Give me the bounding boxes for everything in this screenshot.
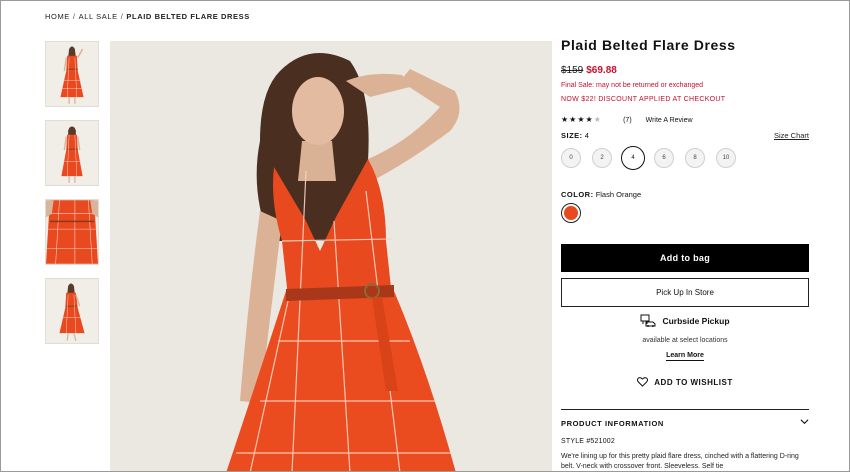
thumbnail-side[interactable] <box>45 278 99 344</box>
color-label: COLOR: <box>561 190 594 199</box>
breadcrumb-current: PLAID BELTED FLARE DRESS <box>126 12 250 21</box>
curbside-title: Curbside Pickup <box>640 314 730 327</box>
size-header: SIZE: 4 Size Chart <box>561 131 809 140</box>
wishlist-inner: ADD TO WISHLIST <box>637 377 732 387</box>
style-number: STYLE #521002 <box>561 438 615 445</box>
section-divider <box>561 409 809 410</box>
car-pickup-icon <box>640 314 656 327</box>
breadcrumb-separator: / <box>120 12 124 21</box>
discount-note: NOW $22! DISCOUNT APPLIED AT CHECKOUT <box>561 96 726 103</box>
product-title: Plaid Belted Flare Dress <box>561 37 736 53</box>
star-icon: ★ <box>585 115 594 124</box>
thumbnail-detail-image <box>46 200 98 264</box>
rating-row: ★★★★★ (7) Write A Review <box>561 115 809 124</box>
heart-icon <box>637 377 649 387</box>
breadcrumb-all-sale[interactable]: ALL SALE <box>79 12 118 21</box>
size-selector: 0 2 4 6 8 10 <box>561 146 747 170</box>
size-option-10[interactable]: 10 <box>716 148 736 168</box>
learn-more-link[interactable]: Learn More <box>666 352 704 361</box>
thumbnail-gallery <box>45 41 99 357</box>
chevron-down-icon <box>800 419 809 425</box>
add-to-wishlist[interactable]: ADD TO WISHLIST <box>561 377 809 389</box>
price: $159 $69.88 <box>561 65 617 76</box>
main-product-image[interactable] <box>110 41 552 471</box>
pick-up-in-store-button[interactable]: Pick Up In Store <box>561 278 809 307</box>
color-header: COLOR: Flash Orange <box>561 190 641 199</box>
star-icon: ★ <box>561 115 570 124</box>
selected-size: 4 <box>584 131 589 140</box>
thumbnail-side-image <box>46 279 98 343</box>
add-to-bag-button[interactable]: Add to bag <box>561 244 809 272</box>
curbside-pickup: Curbside Pickup available at select loca… <box>561 314 809 362</box>
size-chart-link[interactable]: Size Chart <box>774 131 809 140</box>
write-review-link[interactable]: Write A Review <box>646 117 693 124</box>
product-description: We're lining up for this pretty plaid fl… <box>561 453 799 470</box>
star-rating[interactable]: ★★★★★ <box>561 115 605 124</box>
curbside-title-text: Curbside Pickup <box>662 315 730 326</box>
thumbnail-back[interactable] <box>45 120 99 186</box>
color-swatch-fill <box>564 206 578 220</box>
breadcrumb-separator: / <box>72 12 76 21</box>
thumbnail-front[interactable] <box>45 41 99 107</box>
final-sale-note: Final Sale: may not be returned or excha… <box>561 82 704 89</box>
review-count[interactable]: (7) <box>623 117 632 124</box>
product-page: HOME / ALL SALE / PLAID BELTED FLARE DRESS <box>0 0 850 472</box>
color-swatch-flash-orange[interactable] <box>561 203 581 223</box>
product-information-heading: PRODUCT INFORMATION <box>561 419 664 428</box>
size-option-6[interactable]: 6 <box>654 148 674 168</box>
size-option-0[interactable]: 0 <box>561 148 581 168</box>
curbside-subtitle: available at select locations <box>642 337 728 344</box>
size-option-2[interactable]: 2 <box>592 148 612 168</box>
star-icon: ★ <box>577 115 586 124</box>
breadcrumb: HOME / ALL SALE / PLAID BELTED FLARE DRESS <box>45 12 250 21</box>
size-label: SIZE: <box>561 131 583 140</box>
product-information-toggle[interactable]: PRODUCT INFORMATION <box>561 419 809 428</box>
model-dress-image <box>110 41 552 471</box>
thumbnail-front-image <box>46 42 98 106</box>
breadcrumb-home[interactable]: HOME <box>45 12 70 21</box>
sale-price: $69.88 <box>586 65 617 76</box>
wishlist-label: ADD TO WISHLIST <box>654 377 733 387</box>
star-empty-icon: ★ <box>593 115 602 124</box>
original-price: $159 <box>561 65 584 76</box>
thumbnail-detail[interactable] <box>45 199 99 265</box>
selected-color: Flash Orange <box>595 190 642 199</box>
size-option-8[interactable]: 8 <box>685 148 705 168</box>
thumbnail-back-image <box>46 121 98 185</box>
size-option-4[interactable]: 4 <box>621 146 645 170</box>
